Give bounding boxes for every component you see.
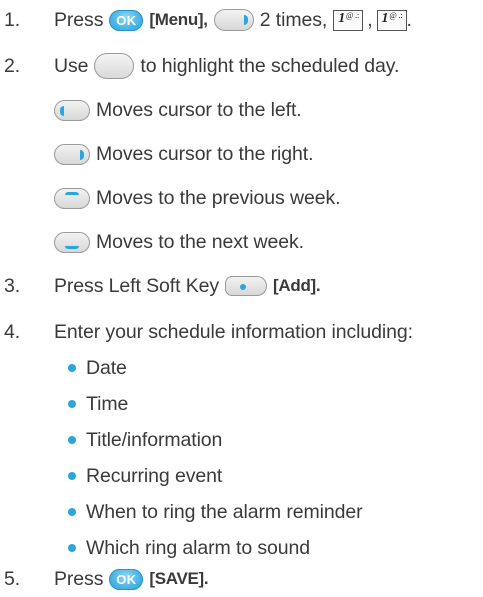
bullet-item: Date — [0, 350, 483, 386]
bullet-icon — [68, 436, 76, 444]
bullet-icon — [68, 364, 76, 372]
step-4: 4. Enter your schedule information inclu… — [0, 314, 483, 350]
bullet-icon — [68, 508, 76, 516]
menu-label: [Menu], — [149, 10, 208, 29]
step-number: 2. — [4, 54, 21, 77]
step-number: 5. — [4, 567, 21, 590]
step-text: Use — [54, 54, 89, 77]
bullet-item: Time — [0, 386, 483, 422]
bullet-text: Which ring alarm to sound — [86, 536, 311, 559]
bullet-text: Recurring event — [86, 464, 223, 487]
ok-key-icon: OK — [109, 9, 144, 31]
bullet-icon — [68, 400, 76, 408]
bullet-text: Time — [86, 392, 129, 415]
bullet-text: Date — [86, 356, 127, 379]
save-label: [SAVE]. — [149, 569, 209, 588]
nav-item-text: Moves cursor to the right. — [96, 142, 314, 165]
step-text: Press — [54, 567, 104, 590]
step-5: 5. Press OK [SAVE]. — [0, 561, 483, 597]
step-text: Press Left Soft Key — [54, 274, 220, 297]
bullet-icon — [68, 544, 76, 552]
add-label: [Add]. — [273, 276, 321, 295]
bullet-item: Title/information — [0, 422, 483, 458]
nav-item-text: Moves cursor to the left. — [96, 98, 302, 121]
bullet-text: Title/information — [86, 428, 223, 451]
step-1: 1. Press OK [Menu], 2 times, 1 @ .: , 1 @ … — [4, 8, 412, 31]
nav-item-up: Moves to the previous week. — [0, 180, 483, 216]
bullet-item: Recurring event — [0, 458, 483, 494]
nav-up-icon — [54, 187, 90, 209]
nav-right-icon — [54, 143, 90, 165]
step-3: 3. Press Left Soft Key [Add]. — [0, 268, 483, 304]
bullet-text: When to ring the alarm reminder — [86, 500, 363, 523]
step-2: 2. Use to highlight the scheduled day. — [0, 48, 483, 84]
nav-item-text: Moves to the next week. — [96, 230, 304, 253]
step-number: 3. — [4, 274, 21, 297]
key-1-icon: 1 @ .: — [333, 9, 364, 31]
left-soft-key-icon — [225, 276, 268, 296]
key-1-icon: 1 @ .: — [376, 9, 407, 31]
nav-pad-icon — [94, 53, 135, 79]
step-text: Enter your schedule information includin… — [54, 320, 413, 343]
nav-item-text: Moves to the previous week. — [96, 186, 341, 209]
step-text: to highlight the scheduled day. — [140, 54, 400, 77]
times-text: 2 times, — [259, 8, 328, 31]
step-number: 4. — [4, 320, 21, 343]
comma-separator: , — [367, 8, 373, 31]
ok-key-icon: OK — [109, 568, 144, 590]
bullet-item: When to ring the alarm reminder — [0, 494, 483, 530]
nav-down-icon — [54, 231, 90, 253]
nav-left-icon — [54, 99, 90, 121]
step-text: Press — [54, 8, 104, 31]
nav-right-icon — [213, 9, 254, 31]
bullet-icon — [68, 472, 76, 480]
nav-item-right: Moves cursor to the right. — [0, 136, 483, 172]
nav-item-down: Moves to the next week. — [0, 224, 483, 260]
nav-item-left: Moves cursor to the left. — [0, 92, 483, 128]
step-number: 1. — [4, 8, 21, 31]
